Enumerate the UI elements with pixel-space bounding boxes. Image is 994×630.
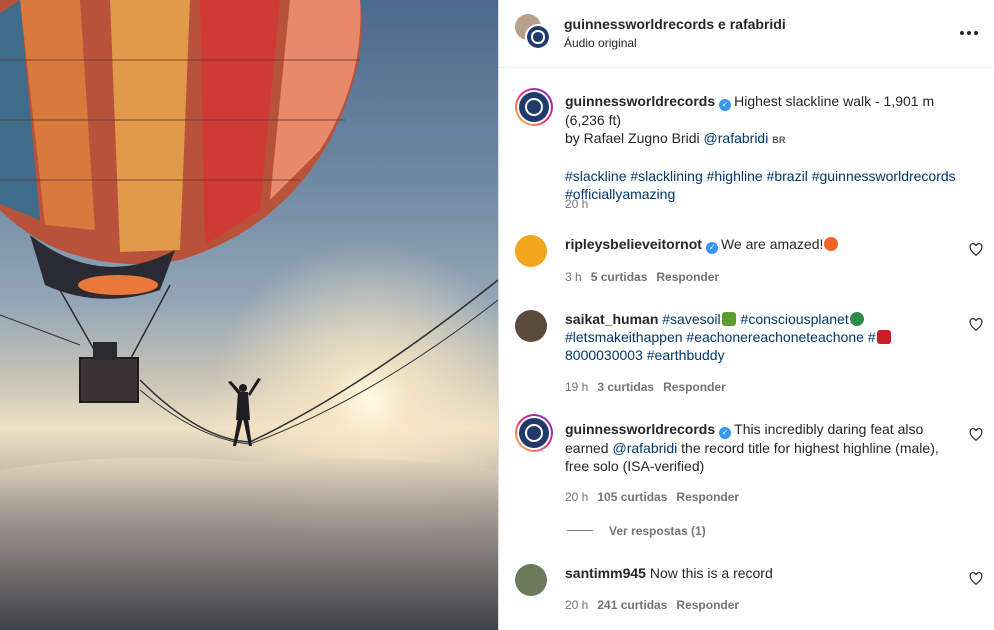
comment-time[interactable]: 20 h [565,490,588,504]
mention-link[interactable]: @rafabridi [704,130,769,146]
reply-button[interactable]: Responder [663,380,726,394]
caption: guinnessworldrecords ✓ Highest slackline w… [515,88,985,218]
balloon-slackline-image [0,0,498,630]
comment-item: guinnessworldrecords ✓ This incredibly dar… [515,414,985,514]
comment-meta: 19 h 3 curtidas Responder [565,380,735,394]
comment-body: This incredibly daring feat also [734,421,924,437]
comment-username[interactable]: santimm945 [565,565,646,581]
fire-icon [824,237,839,251]
comment-meta: 3 h 5 curtidas Responder [565,270,728,284]
avatar-guinnessworldrecords[interactable] [525,24,551,50]
comment-username[interactable]: guinnessworldrecords [565,421,715,437]
caption-meta: 20 h [565,197,597,211]
avatar-santimm945[interactable] [515,564,547,596]
original-audio-link[interactable]: Áudio original [564,36,637,50]
comment-username[interactable]: saikat_human [565,311,658,327]
comment-text: saikat_human #savesoil #consciousplanet … [565,310,965,364]
comment-text: guinnessworldrecords ✓ This incredibly dar… [565,420,965,475]
avatar-saikat[interactable] [515,310,547,342]
comment-likes[interactable]: 105 curtidas [597,490,667,504]
caption-line-2: by Rafael Zugno Bridi [565,130,700,146]
comment-time[interactable]: 3 h [565,270,582,284]
verified-badge-icon: ✓ [719,99,732,111]
heart-icon[interactable] [969,572,983,586]
caption-time[interactable]: 20 h [565,197,588,211]
view-replies-label[interactable]: Ver respostas (1) [609,524,706,538]
leaf-icon [721,312,736,326]
comment-likes[interactable]: 241 curtidas [597,598,667,612]
comment-meta: 20 h 241 curtidas Responder [565,598,748,612]
country-code: BR [772,135,786,145]
comment-item: santimm945 Now this is a record 20 h 241 … [515,564,985,624]
comment-likes[interactable]: 3 curtidas [597,380,654,394]
reply-button[interactable]: Responder [676,598,739,612]
avatar-ripleys[interactable] [515,235,547,267]
post-media[interactable] [0,0,498,630]
reply-button[interactable]: Responder [656,270,719,284]
comment-body: free solo (ISA-verified) [565,458,705,474]
post-header: guinnessworldrecords e rafabridi Áudio o… [499,0,994,68]
hashtags-line-1[interactable]: #slackline #slacklining #highline #brazi… [565,168,956,184]
comment-body: the record title for highest highline (m… [681,440,939,456]
phone-icon [876,330,891,344]
comment-meta: 20 h 105 curtidas Responder [565,490,748,504]
heart-icon[interactable] [969,428,983,442]
heart-icon[interactable] [969,318,983,332]
comment-item: saikat_human #savesoil #consciousplanet … [515,310,985,400]
comment-text: santimm945 Now this is a record [565,564,965,582]
more-options-icon[interactable] [957,21,981,45]
globe-icon [849,312,864,326]
avatar-guinnessworldrecords[interactable] [515,414,553,452]
comment-body: We are amazed! [720,236,824,252]
hashtag-link[interactable]: #consciousplanet [741,311,849,327]
verified-badge-icon: ✓ [705,242,718,254]
post-author-names[interactable]: guinnessworldrecords e rafabridi [564,16,786,32]
mention-link[interactable]: @rafabridi [612,440,677,456]
comment-body: Now this is a record [649,565,773,581]
comment-likes[interactable]: 5 curtidas [591,270,648,284]
avatar-guinnessworldrecords[interactable] [515,88,553,126]
collab-avatars[interactable] [515,14,553,52]
hashtag-link[interactable]: #savesoil [662,311,720,327]
replies-divider [567,530,593,531]
comment-body: earned [565,440,609,456]
verified-badge-icon: ✓ [719,427,732,439]
hashtag-link[interactable]: #letsmakeithappen #eachonereachoneteacho… [565,329,876,345]
caption-text: guinnessworldrecords ✓ Highest slackline w… [565,92,965,203]
post-side-panel: guinnessworldrecords e rafabridi Áudio o… [498,0,994,630]
heart-icon[interactable] [969,243,983,257]
reply-button[interactable]: Responder [676,490,739,504]
hashtag-link[interactable]: 8000030003 #earthbuddy [565,347,725,363]
caption-username[interactable]: guinnessworldrecords [565,93,715,109]
comment-time[interactable]: 20 h [565,598,588,612]
comment-text: ripleysbelieveitornot ✓ We are amazed! [565,235,965,254]
comment-username[interactable]: ripleysbelieveitornot [565,236,702,252]
comment-item: ripleysbelieveitornot ✓ We are amazed! 3 h… [515,235,985,295]
comment-time[interactable]: 19 h [565,380,588,394]
view-replies-button[interactable]: Ver respostas (1) [567,524,706,538]
